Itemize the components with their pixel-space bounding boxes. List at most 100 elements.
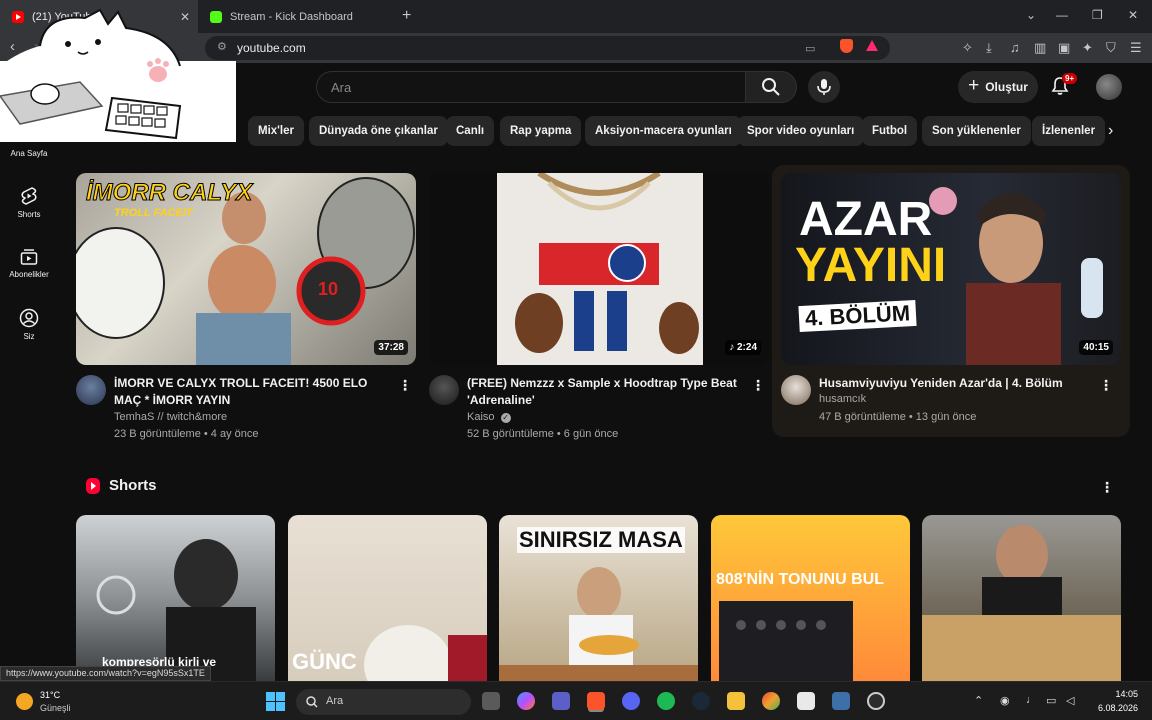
leo-ai-icon[interactable]: ✦ (1082, 40, 1093, 56)
address-bar[interactable]: ⚙ youtube.com ▭ (205, 36, 890, 60)
weather-sun-icon[interactable] (16, 693, 33, 710)
discord-icon[interactable] (622, 692, 640, 710)
teams-icon[interactable] (552, 692, 570, 710)
video-card[interactable]: ♪ 2:24 (FREE) Nemzzz x Sample x Hoodtrap… (429, 173, 769, 440)
chip-live[interactable]: Canlı (446, 116, 495, 146)
shorts-title: Shorts (109, 477, 157, 494)
guide-item-shorts[interactable]: Shorts (0, 186, 58, 219)
chip-recently-uploaded[interactable]: Son yüklenenler (922, 116, 1031, 146)
obs-icon[interactable] (867, 692, 885, 710)
create-button[interactable]: + Oluştur (958, 71, 1038, 103)
download-icon[interactable]: ⤓ (986, 40, 992, 56)
short-card[interactable]: 808'NİN TONUNU BUL (711, 515, 910, 681)
channel-avatar[interactable] (429, 375, 459, 405)
thumbnail-title-text: İMORR CALYX (85, 179, 253, 207)
brave-shields-icon[interactable] (840, 39, 853, 53)
guide-item-you[interactable]: Siz (0, 308, 58, 341)
video-thumbnail[interactable]: İMORR CALYX TROLL FACEIT 10 37:28 (76, 173, 416, 365)
account-avatar[interactable] (1096, 74, 1122, 100)
video-card[interactable]: AZAR YAYINI 4. BÖLÜM 40:15 Husamviyuviyu… (781, 173, 1121, 435)
voice-search-button[interactable] (808, 71, 840, 103)
video-title[interactable]: (FREE) Nemzzz x Sample x Hoodtrap Type B… (467, 375, 749, 409)
brave-browser-icon[interactable] (587, 692, 605, 710)
channel-name[interactable]: Kaiso ✓ (467, 411, 511, 423)
chip-watched[interactable]: İzlenenler (1032, 116, 1106, 146)
guide-item-subscriptions[interactable]: Abonelikler (0, 248, 58, 279)
search-input[interactable]: Ara (316, 71, 746, 103)
verified-badge-icon: ✓ (500, 413, 511, 423)
thumbnail-subtitle-text: TROLL FACEIT (114, 207, 193, 219)
network-icon[interactable]: ▭ (1046, 694, 1056, 707)
short-card[interactable]: SINIRSIZ MASA (499, 515, 698, 681)
extensions-icon[interactable]: ✧ (962, 40, 973, 56)
microphone-tray-icon[interactable]: ♩ (1026, 694, 1037, 706)
windows-taskbar: 31°C Güneşli Ara ⌃ ◉ ♩ ▭ ◁ 14:05 6.08.20… (0, 681, 1152, 720)
short-card[interactable]: kompresörlü kirli ve (76, 515, 275, 681)
video-thumbnail[interactable]: ♪ 2:24 (429, 173, 769, 365)
file-explorer-icon[interactable] (727, 692, 745, 710)
brave-rewards-icon[interactable] (866, 40, 878, 51)
video-thumbnail[interactable]: AZAR YAYINI 4. BÖLÜM 40:15 (781, 173, 1121, 365)
video-meta: 47 B görüntüleme • 13 gün önce (819, 411, 977, 423)
sidebar-icon[interactable]: ▥ (1034, 40, 1046, 56)
restore-icon[interactable]: ❐ (1092, 8, 1103, 22)
copilot-icon[interactable] (517, 692, 535, 710)
video-title[interactable]: Husamviyuviyu Yeniden Azar'da | 4. Bölüm (819, 375, 1101, 392)
new-tab-icon[interactable]: + (402, 7, 411, 25)
minimize-icon[interactable]: — (1056, 8, 1068, 22)
channel-avatar[interactable] (781, 375, 811, 405)
tab-title: Stream - Kick Dashboard (230, 10, 353, 23)
cast-icon[interactable]: ▭ (805, 42, 815, 55)
task-view-icon[interactable] (482, 692, 500, 710)
steam-icon[interactable] (692, 692, 710, 710)
channel-name[interactable]: husamcık (819, 393, 866, 405)
clock-date[interactable]: 6.08.2026 (1090, 703, 1138, 713)
short-card[interactable] (922, 515, 1121, 681)
search-icon (762, 78, 780, 96)
window-close-icon[interactable]: ✕ (1128, 8, 1138, 22)
search-placeholder: Ara (331, 80, 352, 95)
more-options-icon[interactable]: ⋮ (751, 377, 765, 394)
microsoft-store-icon[interactable] (797, 692, 815, 710)
media-icon[interactable]: ♫ (1010, 40, 1020, 55)
channel-avatar[interactable] (76, 375, 106, 405)
guide-label: Siz (23, 332, 35, 341)
channel-name[interactable]: TemhaS // twitch&more (114, 411, 227, 423)
clock-time[interactable]: 14:05 (1108, 689, 1138, 699)
more-options-icon[interactable]: ⋮ (1099, 377, 1113, 394)
weather-description: Güneşli (40, 703, 71, 713)
vpn-icon[interactable]: ⛉ (1106, 40, 1116, 56)
search-button[interactable] (745, 71, 797, 103)
tab-search-chevron-icon[interactable]: ⌄ (1026, 8, 1036, 22)
wallet-icon[interactable]: ▣ (1058, 40, 1070, 56)
menu-icon[interactable]: ☰ (1130, 40, 1142, 56)
windows-start-icon[interactable] (266, 692, 285, 711)
discord-tray-icon[interactable]: ◉ (1000, 694, 1010, 707)
chip-action-adventure-games[interactable]: Aksiyon-macera oyunları (585, 116, 742, 146)
video-title[interactable]: İMORR VE CALYX TROLL FACEIT! 4500 ELO MA… (114, 375, 396, 409)
faceit-level-badge: 10 (318, 279, 339, 299)
chip-rap[interactable]: Rap yapma (500, 116, 582, 146)
spotify-icon[interactable] (657, 692, 675, 710)
more-options-icon[interactable]: ⋮ (1100, 479, 1114, 496)
short-caption: SINIRSIZ MASA (517, 527, 685, 553)
video-duration: 37:28 (374, 340, 408, 355)
status-bar-url: https://www.youtube.com/watch?v=egN95sSx… (0, 666, 211, 681)
shorts-icon (21, 187, 37, 205)
photos-icon[interactable] (832, 692, 850, 710)
notification-count-badge: 9+ (1062, 73, 1078, 84)
tray-overflow-chevron-icon[interactable]: ⌃ (974, 694, 983, 707)
chip-football[interactable]: Futbol (862, 116, 918, 146)
taskbar-search[interactable]: Ara (296, 689, 471, 715)
chip-sports-video-games[interactable]: Spor video oyunları (737, 116, 865, 146)
chevron-right-icon[interactable]: › (1108, 122, 1113, 140)
chip-mixes[interactable]: Mix'ler (248, 116, 304, 146)
short-card[interactable]: GÜNC (288, 515, 487, 681)
app-icon[interactable] (762, 692, 780, 710)
more-options-icon[interactable]: ⋮ (398, 377, 412, 394)
video-card[interactable]: İMORR CALYX TROLL FACEIT 10 37:28 İMORR … (76, 173, 416, 440)
volume-icon[interactable]: ◁ (1066, 694, 1074, 707)
subscriptions-icon (20, 249, 38, 265)
video-meta: 52 B görüntüleme • 6 gün önce (467, 428, 619, 440)
chip-trending-worldwide[interactable]: Dünyada öne çıkanlar (309, 116, 448, 146)
